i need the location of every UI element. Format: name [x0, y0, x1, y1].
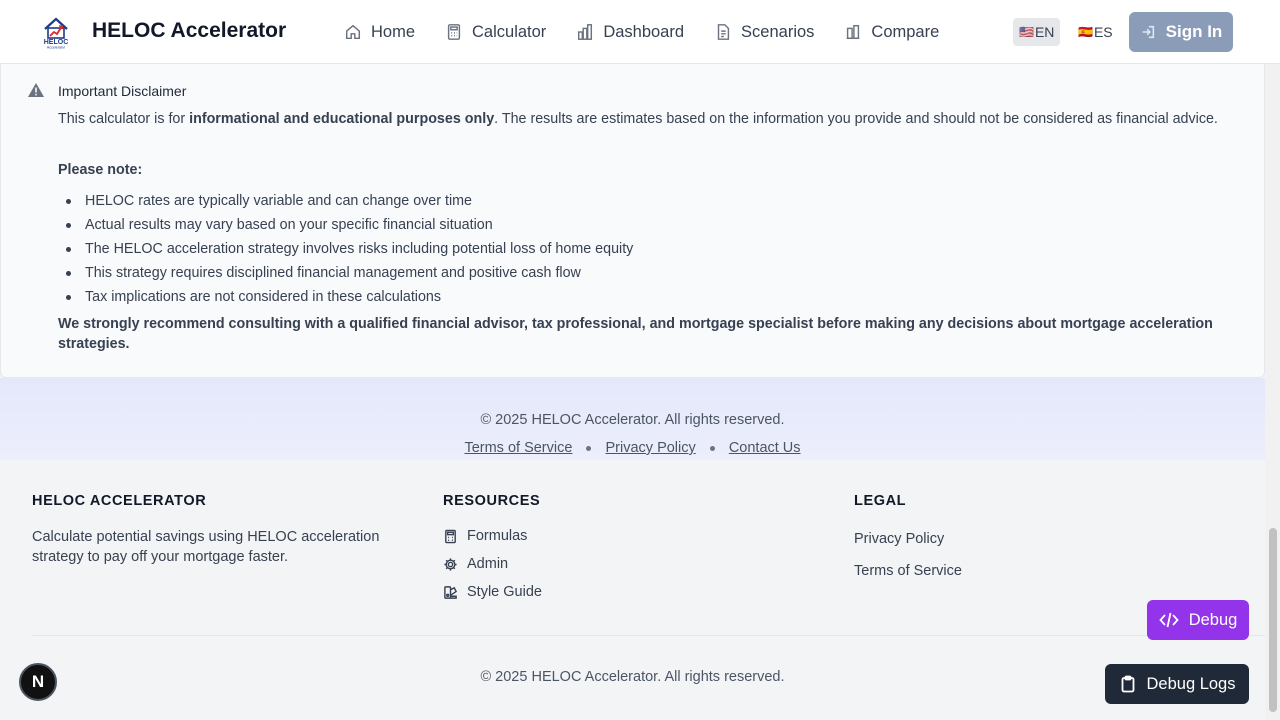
nav-label: Calculator	[472, 22, 547, 41]
footer-link-terms[interactable]: Terms of Service	[854, 563, 962, 579]
logo-icon[interactable]: HELOC Accelerator	[40, 15, 72, 50]
separator-dot	[586, 445, 592, 451]
debug-logs-label: Debug Logs	[1146, 674, 1236, 693]
footer-link-label: Formulas	[467, 528, 528, 544]
page-footer-band: © 2025 HELOC Accelerator. All rights res…	[0, 378, 1265, 460]
gear-icon	[444, 557, 457, 571]
debug-button[interactable]: Debug	[1147, 600, 1249, 640]
separator-dot	[709, 445, 715, 451]
brand-title[interactable]: HELOC Accelerator	[92, 19, 286, 43]
list-item: This strategy requires disciplined finan…	[65, 261, 633, 285]
home-icon	[345, 24, 361, 40]
footer-legal-title: LEGAL	[854, 493, 907, 509]
list-item: Tax implications are not considered in t…	[65, 285, 633, 309]
debug-label: Debug	[1188, 610, 1238, 629]
sign-in-button[interactable]: Sign In	[1129, 12, 1233, 52]
nav-label: Home	[371, 22, 416, 41]
top-navbar: HELOC Accelerator HELOC Accelerator Home…	[0, 0, 1280, 64]
list-item: HELOC rates are typically variable and c…	[65, 189, 633, 213]
palette-icon	[444, 585, 458, 599]
calculator-icon	[445, 529, 456, 543]
list-item: The HELOC acceleration strategy involves…	[65, 237, 633, 261]
calculator-icon	[447, 24, 461, 40]
footer-link-label: Admin	[467, 556, 509, 572]
bar-chart-icon	[578, 24, 593, 40]
disclaimer-title: Important Disclaimer	[58, 83, 187, 99]
nav-calculator[interactable]: Calculator	[445, 23, 546, 42]
disclaimer-intro: This calculator is for informational and…	[58, 109, 1223, 129]
intro-text-end: . The results are estimates based on the…	[494, 111, 1218, 127]
nextjs-dev-badge[interactable]: N	[19, 663, 57, 701]
sign-in-label: Sign In	[1165, 22, 1223, 41]
debug-logs-button[interactable]: Debug Logs	[1105, 664, 1249, 704]
disclaimer-panel: Important Disclaimer This calculator is …	[0, 64, 1265, 378]
footer-link-style-guide[interactable]: Style Guide	[443, 584, 542, 600]
intro-bold-text: informational and educational purposes o…	[189, 111, 495, 127]
code-icon	[1158, 612, 1179, 628]
nav-home[interactable]: Home	[344, 23, 415, 42]
band-copyright: © 2025 HELOC Accelerator. All rights res…	[480, 412, 785, 428]
footer-link-formulas[interactable]: Formulas	[443, 528, 527, 544]
warning-icon	[28, 83, 44, 97]
compare-icon	[847, 24, 860, 40]
footer-link-label: Style Guide	[467, 584, 542, 600]
footer-resources-title: RESOURCES	[443, 493, 541, 509]
footer-about-title: HELOC ACCELERATOR	[32, 493, 207, 509]
lang-es-button[interactable]: 🇪🇸 ES	[1072, 18, 1119, 46]
clipboard-icon	[1121, 675, 1134, 693]
terms-link[interactable]: Terms of Service	[464, 440, 572, 456]
nav-compare[interactable]: Compare	[844, 23, 939, 42]
footer-divider	[32, 635, 1265, 636]
document-icon	[717, 24, 730, 40]
list-item: Actual results may vary based on your sp…	[65, 213, 633, 237]
nav-label: Compare	[871, 22, 940, 41]
us-flag-icon: 🇺🇸	[1019, 25, 1034, 39]
site-footer: HELOC ACCELERATOR Calculate potential sa…	[0, 460, 1265, 720]
band-links: Terms of Service Privacy Policy Contact …	[0, 440, 1265, 456]
footer-copyright: © 2025 HELOC Accelerator. All rights res…	[480, 669, 785, 685]
nav-label: Scenarios	[741, 22, 815, 41]
main-nav: Home Calculator Dashboard Scenarios Comp…	[344, 0, 969, 64]
scrollbar-thumb[interactable]	[1269, 528, 1277, 712]
es-flag-icon: 🇪🇸	[1078, 25, 1093, 39]
lang-code: EN	[1034, 24, 1055, 40]
lang-en-button[interactable]: 🇺🇸 EN	[1013, 18, 1061, 46]
footer-about-description: Calculate potential savings using HELOC …	[32, 529, 380, 565]
nav-scenarios[interactable]: Scenarios	[714, 23, 814, 42]
svg-text:Accelerator: Accelerator	[47, 46, 66, 50]
sign-in-icon	[1142, 25, 1154, 39]
please-note-label: Please note:	[58, 162, 143, 178]
nav-dashboard[interactable]: Dashboard	[576, 23, 684, 42]
privacy-link[interactable]: Privacy Policy	[606, 440, 696, 456]
intro-text: This calculator is for	[58, 111, 190, 127]
footer-link-privacy[interactable]: Privacy Policy	[854, 531, 944, 547]
nav-label: Dashboard	[603, 22, 685, 41]
disclaimer-recommendation: We strongly recommend consulting with a …	[58, 316, 1213, 352]
disclaimer-list: HELOC rates are typically variable and c…	[65, 189, 633, 309]
lang-code: ES	[1093, 24, 1113, 40]
contact-link[interactable]: Contact Us	[729, 440, 801, 456]
footer-link-admin[interactable]: Admin	[443, 556, 508, 572]
